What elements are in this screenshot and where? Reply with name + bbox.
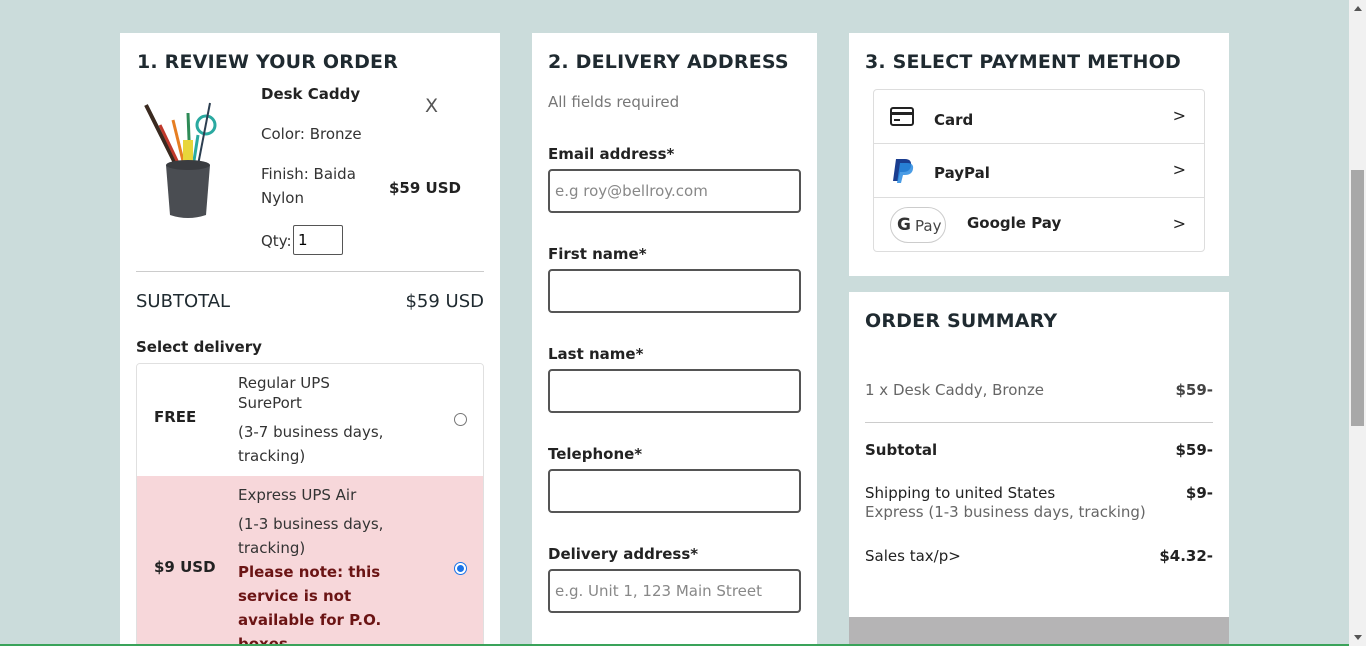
select-delivery-label: Select delivery: [136, 338, 262, 356]
chevron-right-icon: >: [1172, 214, 1186, 233]
payment-method-panel: 3. SELECT PAYMENT METHOD Card > PayPal >…: [849, 33, 1229, 276]
chevron-right-icon: >: [1172, 106, 1186, 125]
option-detail-line1: (1-3 business days,: [238, 515, 384, 533]
option-name-line2: SurePort: [238, 394, 302, 412]
summary-item-row: 1 x Desk Caddy, Bronze $59-: [865, 381, 1213, 399]
summary-tax-label: Sales tax/p>: [865, 547, 961, 565]
card-icon: [890, 107, 914, 126]
payment-google-pay-option[interactable]: G Pay Google Pay >: [874, 198, 1204, 252]
option-name-line1: Express UPS Air: [238, 486, 357, 504]
subtotal-label: SUBTOTAL: [136, 291, 231, 312]
product-price: $59 USD: [389, 179, 461, 197]
delivery-option-free[interactable]: FREE Regular UPS SurePort (3-7 business …: [137, 364, 483, 476]
review-order-heading: 1. REVIEW YOUR ORDER: [137, 51, 399, 73]
paypal-label: PayPal: [934, 164, 990, 182]
product-color: Color: Bronze: [261, 125, 362, 143]
review-order-panel: 1. REVIEW YOUR ORDER Desk Caddy X Color:…: [120, 33, 500, 646]
delivery-address-panel: 2. DELIVERY ADDRESS All fields required …: [532, 33, 817, 646]
option-detail-line1: (3-7 business days,: [238, 423, 384, 441]
remove-item-button[interactable]: X: [425, 95, 438, 117]
qty-input[interactable]: [293, 225, 343, 255]
delivery-address-heading: 2. DELIVERY ADDRESS: [548, 51, 789, 73]
divider: [136, 271, 484, 272]
google-pay-label: Google Pay: [967, 214, 1062, 232]
summary-tax-value: $4.32-: [1159, 547, 1213, 565]
summary-shipping-row: Shipping to united States $9-: [865, 484, 1213, 502]
google-pay-badge-text: Pay: [915, 217, 942, 235]
card-label: Card: [934, 111, 974, 129]
last-name-field[interactable]: [548, 369, 801, 413]
scrollbar[interactable]: [1349, 0, 1366, 646]
delivery-option-express[interactable]: $9 USD Express UPS Air (1-3 business day…: [137, 476, 483, 646]
delivery-radio-express[interactable]: [454, 562, 467, 575]
option-price: FREE: [154, 408, 197, 426]
telephone-label: Telephone*: [548, 445, 643, 463]
warning-line3: available for P.O.: [238, 611, 382, 629]
paypal-icon: [893, 159, 914, 183]
last-name-label: Last name*: [548, 345, 644, 363]
email-field[interactable]: [548, 169, 801, 213]
summary-subtotal-row: Subtotal $59-: [865, 441, 1213, 459]
option-detail-line2: tracking): [238, 447, 306, 465]
order-total-bar: [849, 617, 1229, 646]
delivery-options: FREE Regular UPS SurePort (3-7 business …: [136, 363, 484, 646]
qty-label: Qty:: [261, 232, 292, 250]
payment-methods-list: Card > PayPal > G Pay Google Pay >: [873, 89, 1205, 252]
summary-subtotal-label: Subtotal: [865, 441, 938, 459]
divider: [865, 422, 1213, 423]
telephone-field[interactable]: [548, 469, 801, 513]
payment-card-option[interactable]: Card >: [874, 90, 1204, 144]
summary-item-price: $59-: [1175, 381, 1213, 399]
option-price: $9 USD: [154, 558, 216, 576]
first-name-label: First name*: [548, 245, 647, 263]
email-label: Email address*: [548, 145, 675, 163]
payment-paypal-option[interactable]: PayPal >: [874, 144, 1204, 198]
delivery-address-label: Delivery address*: [548, 545, 699, 563]
scroll-down-arrow-icon[interactable]: [1354, 635, 1362, 640]
google-g-icon: G: [897, 215, 911, 235]
desk-caddy-image: [144, 102, 217, 218]
delivery-address-field[interactable]: [548, 569, 801, 613]
summary-shipping-label: Shipping to united States: [865, 484, 1056, 502]
warning-line2: service is not: [238, 587, 352, 605]
chevron-right-icon: >: [1172, 160, 1186, 179]
fields-required-note: All fields required: [548, 93, 680, 111]
summary-shipping-value: $9-: [1185, 484, 1213, 502]
warning-line1: Please note: this: [238, 563, 381, 581]
summary-tax-row: Sales tax/p> $4.32-: [865, 547, 1213, 565]
product-name: Desk Caddy: [261, 85, 361, 103]
order-summary-heading: ORDER SUMMARY: [865, 310, 1058, 332]
delivery-radio-free[interactable]: [454, 413, 467, 426]
scroll-up-arrow-icon[interactable]: [1354, 6, 1362, 11]
option-name-line1: Regular UPS: [238, 374, 330, 392]
google-pay-icon: G Pay: [890, 207, 946, 243]
product-finish-line1: Finish: Baida: [261, 165, 356, 183]
first-name-field[interactable]: [548, 269, 801, 313]
scrollbar-thumb[interactable]: [1351, 170, 1364, 426]
subtotal-value: $59 USD: [405, 291, 484, 312]
summary-subtotal-value: $59-: [1175, 441, 1213, 459]
summary-shipping-detail: Express (1-3 business days, tracking): [865, 503, 1146, 521]
option-detail-line2: tracking): [238, 539, 306, 557]
summary-item-label: 1 x Desk Caddy, Bronze: [865, 381, 1045, 399]
payment-method-heading: 3. SELECT PAYMENT METHOD: [865, 51, 1181, 73]
product-finish-line2: Nylon: [261, 189, 304, 207]
order-summary-panel: ORDER SUMMARY 1 x Desk Caddy, Bronze $59…: [849, 292, 1229, 646]
